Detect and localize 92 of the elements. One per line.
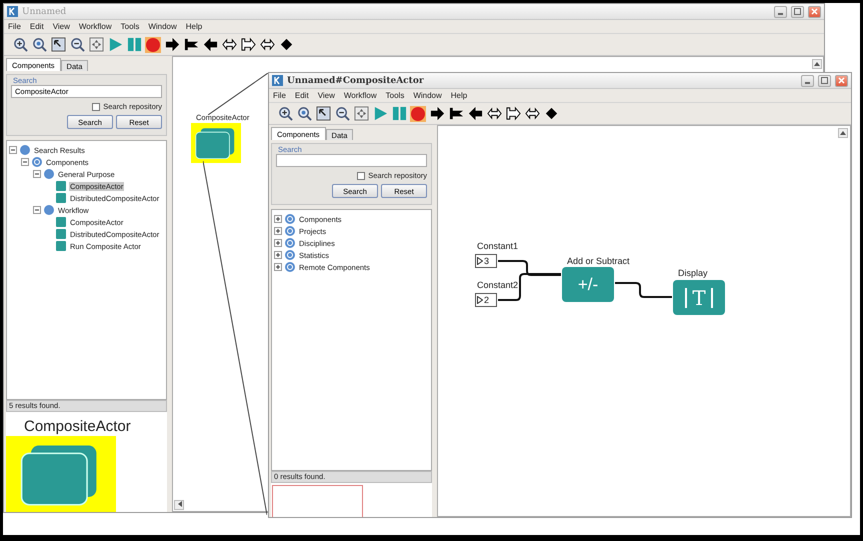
- stop-icon[interactable]: [410, 106, 426, 122]
- app-logo-icon: [272, 75, 283, 86]
- zoom-out-icon[interactable]: [69, 36, 85, 52]
- zoom-fit-icon[interactable]: [315, 106, 331, 122]
- outline-arrow-icon[interactable]: [524, 106, 540, 122]
- actor-label: Constant1: [477, 241, 518, 251]
- menu-item[interactable]: Edit: [30, 22, 44, 31]
- play-icon[interactable]: [372, 106, 388, 122]
- expand-icon[interactable]: [274, 239, 282, 247]
- menu-item[interactable]: File: [8, 22, 21, 31]
- circle-icon: [44, 169, 54, 179]
- checkbox[interactable]: [357, 172, 366, 180]
- close-button[interactable]: [835, 74, 848, 86]
- composite-actor-icon: [195, 127, 235, 160]
- menu-item[interactable]: Help: [186, 22, 202, 31]
- fullscreen-icon[interactable]: [353, 106, 369, 122]
- menu-item[interactable]: Edit: [294, 91, 309, 100]
- menu-item[interactable]: Workflow: [344, 91, 377, 100]
- step-right-icon[interactable]: [429, 106, 445, 122]
- up-arrow-icon: [814, 60, 820, 66]
- left-arrow-icon: [176, 501, 182, 507]
- menu-item[interactable]: Workflow: [78, 22, 112, 31]
- play-icon[interactable]: [107, 36, 123, 52]
- window-title: Unnamed: [22, 6, 68, 16]
- maximize-icon: [794, 8, 801, 15]
- actor-label: Add or Subtract: [567, 256, 630, 266]
- menu-item[interactable]: Window: [148, 22, 177, 31]
- scroll-up-button[interactable]: [838, 128, 848, 138]
- menu-item[interactable]: Tools: [386, 91, 404, 100]
- zoom-out-icon[interactable]: [334, 106, 350, 122]
- collapse-icon[interactable]: [21, 158, 29, 166]
- step-right-icon[interactable]: [164, 36, 180, 52]
- pause-icon[interactable]: [126, 36, 142, 52]
- minimize-button[interactable]: [774, 6, 787, 18]
- diamond-icon[interactable]: [278, 36, 294, 52]
- composite-actor[interactable]: [191, 123, 241, 163]
- actor-label: Display: [678, 268, 708, 278]
- search-field[interactable]: [276, 154, 427, 167]
- actor-label: Constant2: [477, 280, 518, 290]
- expand-icon[interactable]: [274, 215, 282, 223]
- up-arrow-icon: [840, 130, 846, 134]
- collapse-icon[interactable]: [33, 170, 41, 178]
- constant-actor[interactable]: 3: [475, 254, 497, 268]
- zoom-fit-icon[interactable]: [50, 36, 66, 52]
- outline-flag-icon[interactable]: [240, 36, 256, 52]
- menu-item[interactable]: File: [273, 91, 286, 100]
- flag-icon[interactable]: [448, 106, 464, 122]
- constant-actor[interactable]: 2: [475, 293, 497, 307]
- menu-item[interactable]: View: [318, 91, 335, 100]
- expand-icon[interactable]: [274, 227, 282, 235]
- zoom-reset-icon[interactable]: [31, 36, 47, 52]
- circle-icon: [20, 145, 30, 155]
- stop-icon[interactable]: [145, 36, 161, 52]
- maximize-icon: [821, 77, 828, 84]
- menu-item[interactable]: Window: [413, 91, 442, 100]
- zoom-in-icon[interactable]: [12, 36, 28, 52]
- maximize-button[interactable]: [791, 6, 804, 18]
- menu-item[interactable]: View: [52, 22, 70, 31]
- wire: [614, 281, 673, 299]
- diamond-icon[interactable]: [543, 106, 559, 122]
- input-port-icon: [477, 257, 483, 265]
- pause-icon[interactable]: [391, 106, 407, 122]
- expand-icon[interactable]: [274, 251, 282, 259]
- minimize-button[interactable]: [801, 74, 814, 86]
- fullscreen-icon[interactable]: [88, 36, 104, 52]
- outline-arrow-icon[interactable]: [221, 36, 237, 52]
- circle-icon: [44, 205, 54, 215]
- close-icon: [811, 8, 818, 15]
- outline-arrow-icon[interactable]: [486, 106, 502, 122]
- zoom-reset-icon[interactable]: [296, 106, 312, 122]
- outline-flag-icon[interactable]: [505, 106, 521, 122]
- app-logo-icon: [7, 6, 18, 17]
- close-button[interactable]: [808, 6, 821, 18]
- scroll-up-button[interactable]: [812, 59, 822, 69]
- collapse-icon[interactable]: [9, 146, 17, 154]
- leader-line: [208, 73, 268, 115]
- checkbox[interactable]: [92, 102, 100, 110]
- menu-item[interactable]: Help: [450, 91, 468, 100]
- window-title: Unnamed#CompositeActor: [287, 76, 425, 86]
- zoom-in-icon[interactable]: [277, 106, 293, 122]
- flag-icon[interactable]: [183, 36, 199, 52]
- outline-arrow-icon[interactable]: [259, 36, 275, 52]
- step-left-icon[interactable]: [467, 106, 483, 122]
- close-icon: [838, 77, 845, 84]
- input-port-icon: [477, 296, 483, 304]
- step-left-icon[interactable]: [202, 36, 218, 52]
- collapse-icon[interactable]: [33, 206, 41, 214]
- maximize-button[interactable]: [818, 74, 831, 86]
- scroll-left-button[interactable]: [174, 500, 184, 510]
- expand-icon[interactable]: [274, 263, 282, 271]
- menu-item[interactable]: Tools: [120, 22, 140, 31]
- preview-label: CompositeActor: [24, 418, 131, 435]
